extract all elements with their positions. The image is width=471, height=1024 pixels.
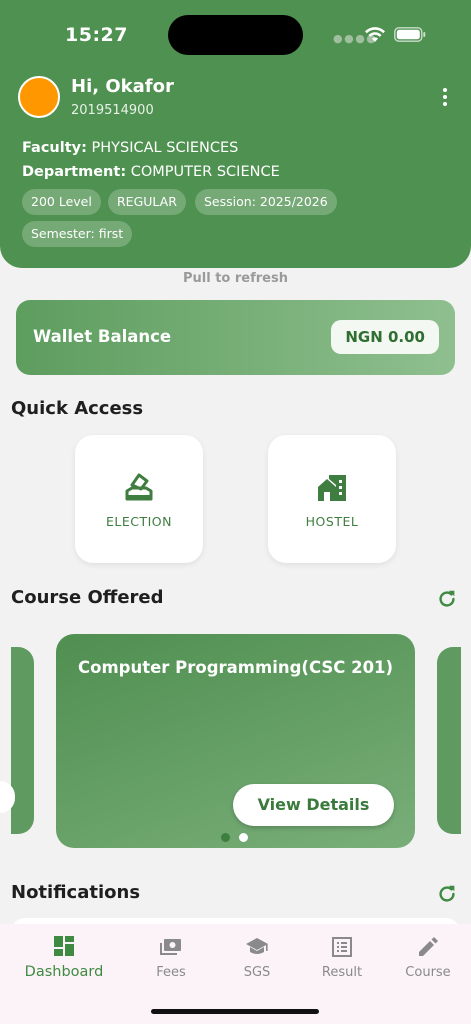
course-offered-title: Course Offered bbox=[11, 587, 164, 608]
ballot-box-icon bbox=[125, 473, 153, 501]
faculty-value: PHYSICAL SCIENCES bbox=[91, 140, 239, 156]
refresh-icon[interactable] bbox=[436, 588, 458, 610]
nav-sgs-label: SGS bbox=[243, 965, 271, 980]
carousel-indicator bbox=[221, 833, 248, 842]
nav-fees[interactable]: Fees bbox=[131, 935, 211, 980]
wallet-card[interactable]: Wallet Balance NGN 0.00 bbox=[16, 300, 455, 375]
next-course-card[interactable] bbox=[437, 647, 461, 834]
department-info: Department: COMPUTER SCIENCE bbox=[22, 164, 280, 180]
more-options-icon[interactable] bbox=[434, 86, 456, 108]
carousel-dot-active[interactable] bbox=[239, 833, 248, 842]
home-indicator[interactable] bbox=[151, 1009, 319, 1014]
hostel-shortcut[interactable]: HOSTEL bbox=[268, 435, 396, 563]
battery-icon bbox=[394, 27, 426, 42]
nav-dashboard[interactable]: Dashboard bbox=[24, 934, 104, 980]
nav-course-label: Course bbox=[405, 965, 451, 980]
payments-icon bbox=[160, 939, 181, 955]
profile-header: 15:27 ● ● ● ● Hi, Okafor 2019514900 Facu… bbox=[0, 0, 471, 268]
hostel-label: HOSTEL bbox=[305, 514, 359, 529]
wifi-icon bbox=[365, 27, 385, 42]
election-shortcut[interactable]: ELECTION bbox=[75, 435, 203, 563]
faculty-info: Faculty: PHYSICAL SCIENCES bbox=[22, 140, 238, 156]
department-label: Department: bbox=[22, 164, 127, 180]
user-greeting: Hi, Okafor bbox=[71, 76, 174, 97]
dashboard-icon bbox=[54, 936, 74, 956]
graduation-cap-icon bbox=[246, 938, 268, 954]
previous-course-card[interactable] bbox=[11, 647, 34, 834]
semester-chip: Semester: first bbox=[22, 221, 133, 247]
view-details-button[interactable]: View Details bbox=[233, 784, 394, 826]
notifications-title: Notifications bbox=[11, 882, 141, 903]
faculty-label: Faculty: bbox=[22, 140, 87, 156]
nav-result-label: Result bbox=[321, 965, 363, 980]
nav-fees-label: Fees bbox=[156, 965, 186, 980]
avatar[interactable] bbox=[18, 76, 60, 118]
wallet-label: Wallet Balance bbox=[33, 327, 172, 346]
nav-dashboard-label: Dashboard bbox=[24, 964, 104, 980]
matric-number: 2019514900 bbox=[71, 103, 154, 118]
list-alt-icon bbox=[332, 937, 352, 957]
mode-chip: REGULAR bbox=[108, 189, 186, 215]
nav-course[interactable]: Course bbox=[388, 935, 468, 980]
course-name: Computer Programming(CSC 201) bbox=[78, 658, 394, 677]
status-time: 15:27 bbox=[65, 24, 128, 46]
building-icon bbox=[318, 475, 346, 501]
camera-notch bbox=[168, 15, 303, 55]
wallet-balance: NGN 0.00 bbox=[331, 320, 439, 354]
level-chip: 200 Level bbox=[22, 189, 101, 215]
refresh-icon[interactable] bbox=[436, 883, 458, 905]
nav-sgs[interactable]: SGS bbox=[217, 935, 297, 980]
pull-to-refresh-hint: Pull to refresh bbox=[183, 271, 288, 286]
department-value: COMPUTER SCIENCE bbox=[130, 164, 280, 180]
carousel-dot[interactable] bbox=[221, 833, 230, 842]
election-label: ELECTION bbox=[106, 514, 172, 529]
quick-access-title: Quick Access bbox=[11, 398, 144, 419]
course-card[interactable]: Computer Programming(CSC 201) View Detai… bbox=[56, 634, 415, 848]
nav-result[interactable]: Result bbox=[302, 935, 382, 980]
session-chip: Session: 2025/2026 bbox=[195, 189, 337, 215]
pencil-icon bbox=[419, 937, 438, 956]
